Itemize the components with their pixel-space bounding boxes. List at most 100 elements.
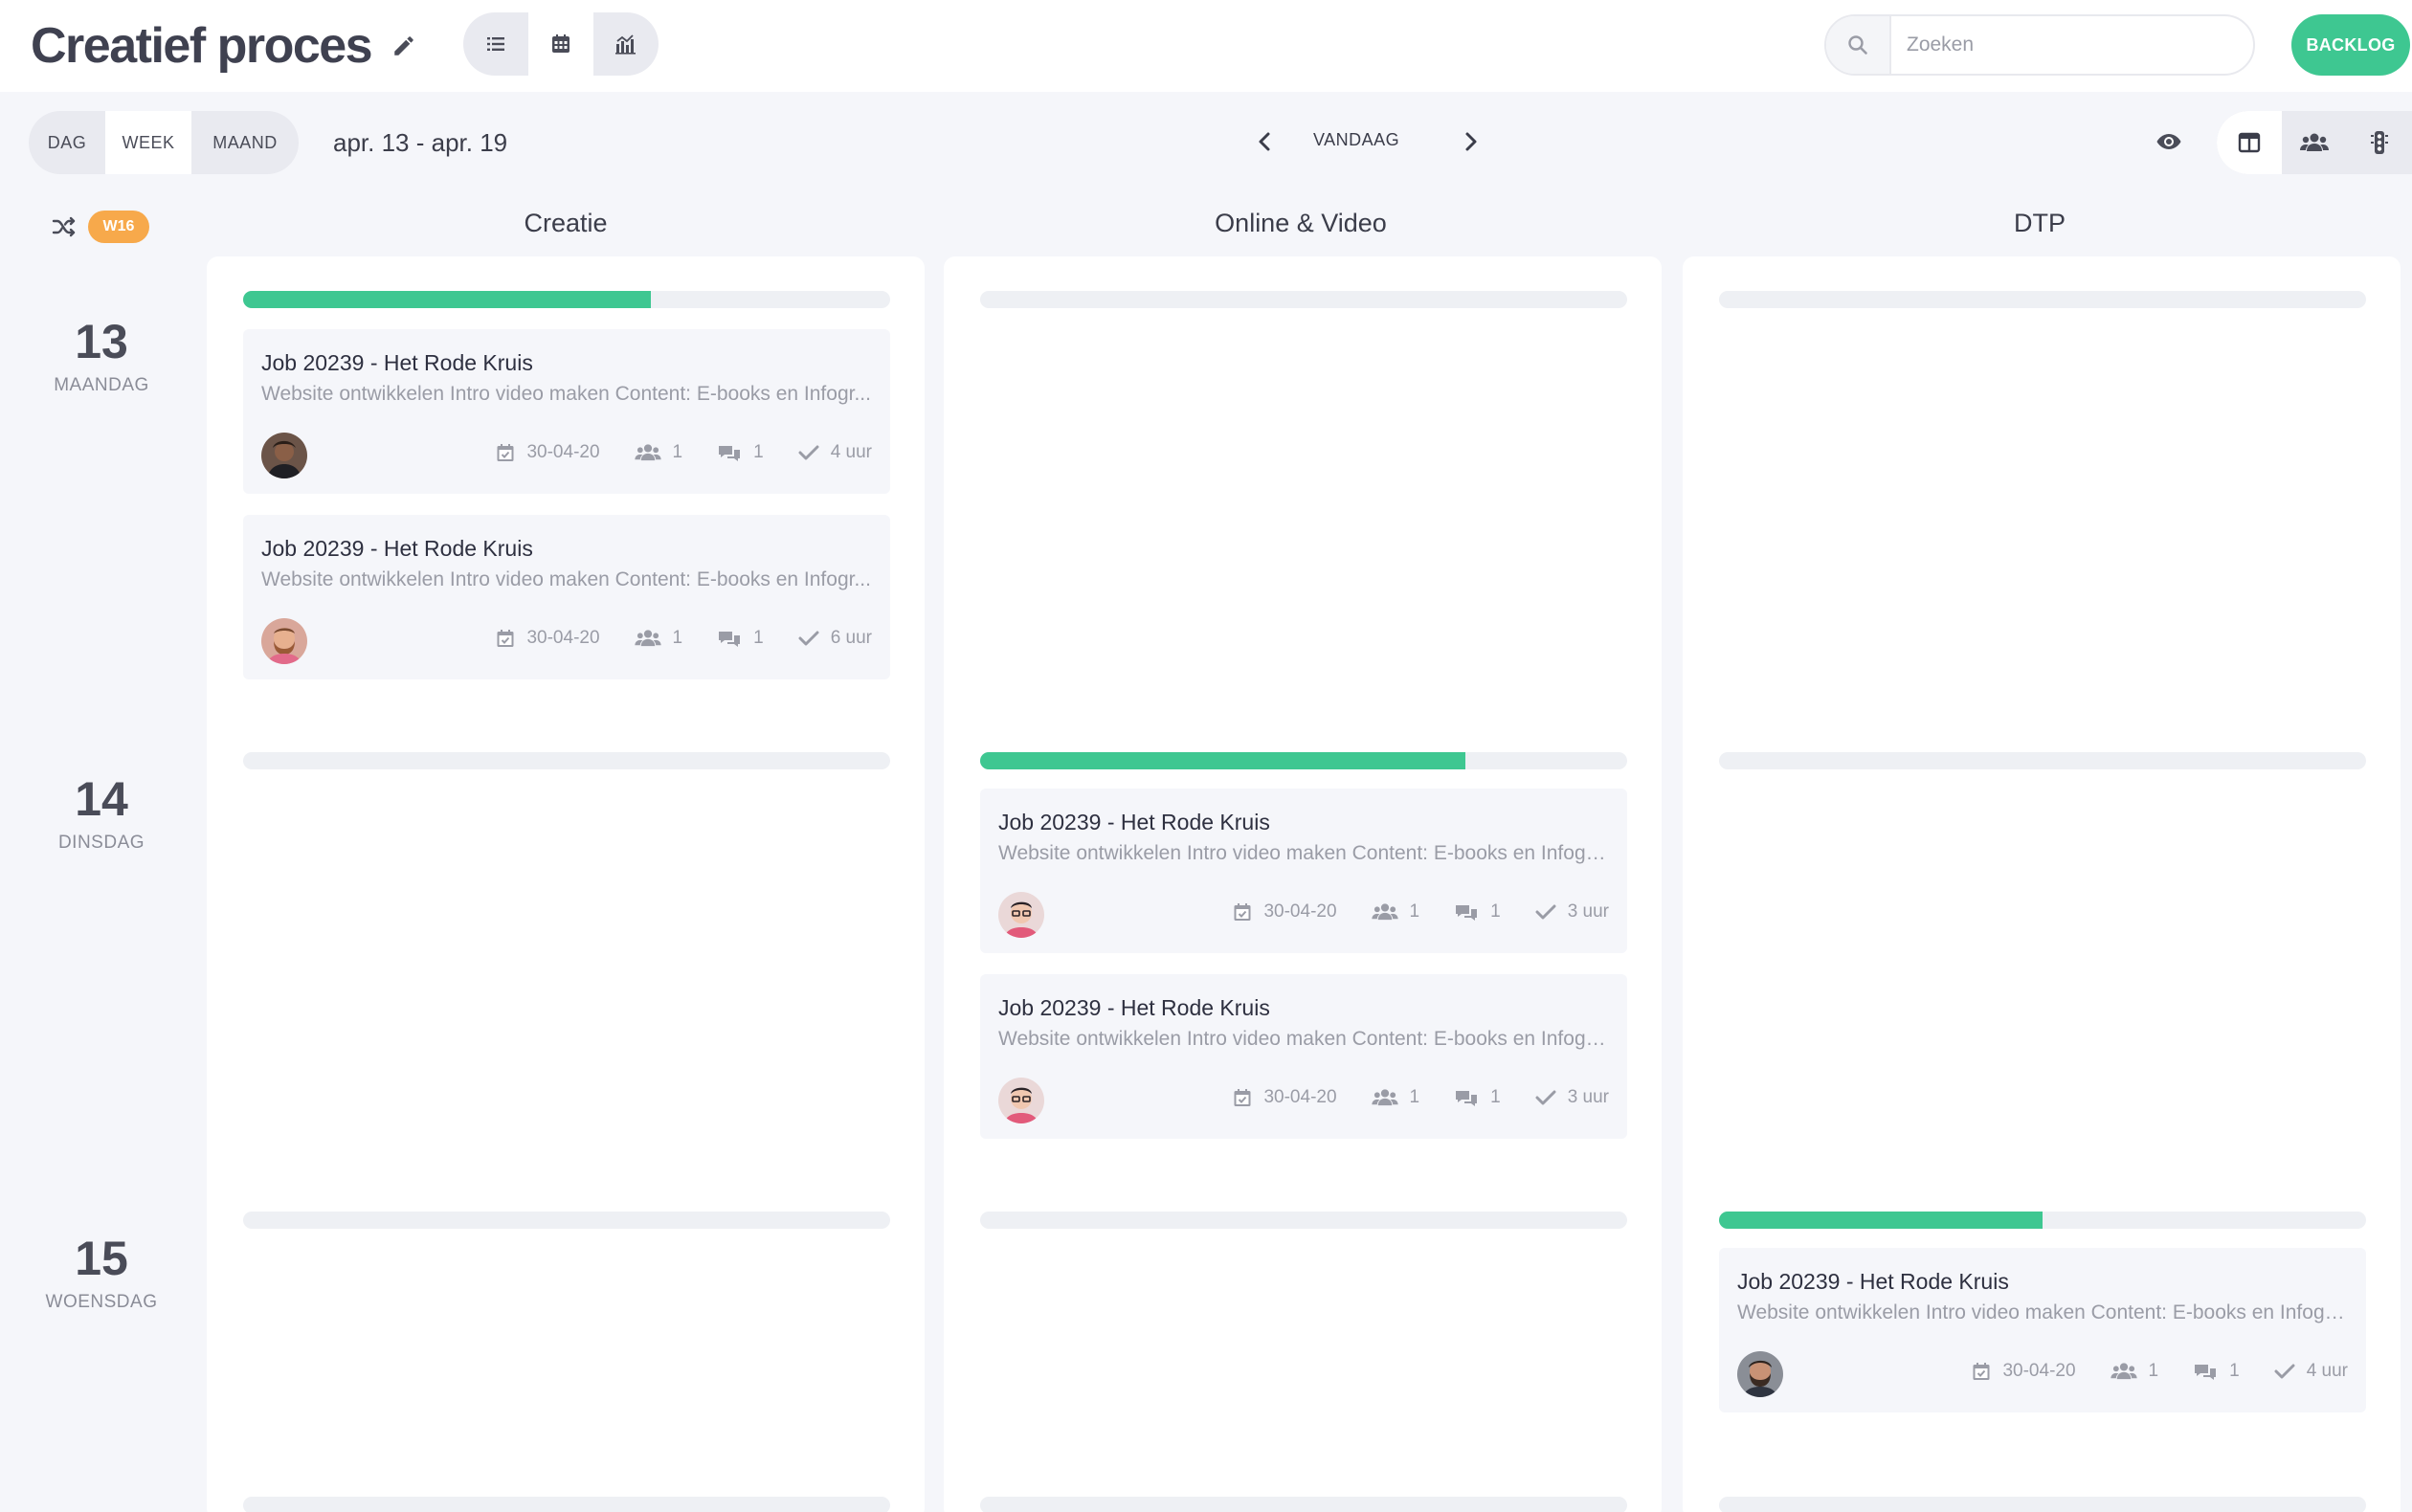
job-card[interactable]: Job 20239 - Het Rode Kruis Website ontwi… [980, 789, 1627, 953]
card-meta: 30-04-20 1 1 4 uur [1972, 1361, 2348, 1382]
visibility-button[interactable] [2150, 122, 2188, 161]
calendar-check-icon [497, 444, 514, 461]
check-icon [798, 631, 819, 646]
period-toggle: DAG WEEK MAAND [29, 111, 299, 174]
edit-title-button[interactable] [387, 29, 421, 63]
card-description: Website ontwikkelen Intro video maken Co… [1737, 1301, 2350, 1323]
traffic-layout-button[interactable] [2347, 111, 2412, 174]
capacity-fill [243, 291, 651, 308]
card-hours: 4 uur [830, 442, 872, 462]
card-comment-count: 1 [1490, 1087, 1501, 1107]
card-people-count: 1 [672, 628, 683, 648]
day-number: 13 [75, 315, 128, 368]
team-layout-button[interactable] [2282, 111, 2347, 174]
page-title: Creatief proces [31, 18, 373, 74]
column-header-dtp: DTP [2014, 209, 2066, 237]
pencil-icon [394, 36, 413, 56]
comments-icon [719, 632, 741, 647]
period-day-button[interactable]: DAG [29, 111, 105, 174]
column-header-creatie: Creatie [524, 209, 608, 237]
job-card[interactable]: Job 20239 - Het Rode Kruis Website ontwi… [1719, 1248, 2366, 1412]
capacity-bar-dtp-13 [1719, 291, 2366, 308]
card-title: Job 20239 - Het Rode Kruis [998, 810, 1270, 834]
day-label-15: 15 WOENSDAG [27, 1234, 176, 1313]
week-badge: W16 [88, 211, 149, 243]
card-hours: 6 uur [830, 628, 872, 648]
chart-view-button[interactable] [593, 12, 659, 76]
search-input[interactable] [1891, 16, 2253, 74]
card-description: Website ontwikkelen Intro video maken Co… [261, 383, 871, 405]
team-icon [634, 444, 661, 461]
calendar-check-icon [497, 630, 514, 647]
team-icon [2110, 1363, 2137, 1380]
avatar[interactable] [261, 433, 307, 478]
traffic-light-icon [2371, 131, 2388, 154]
column-creatie: Job 20239 - Het Rode Kruis Website ontwi… [207, 256, 925, 1512]
calendar-view-button[interactable] [528, 12, 593, 76]
shuffle-icon [52, 216, 76, 237]
card-hours: 3 uur [1567, 901, 1609, 922]
period-week-button[interactable]: WEEK [105, 111, 191, 174]
avatar[interactable] [998, 892, 1044, 938]
card-date: 30-04-20 [526, 628, 600, 648]
day-name: MAANDAG [54, 375, 149, 395]
card-description: Website ontwikkelen Intro video maken Co… [998, 1028, 1611, 1050]
capacity-bar-creatie-13 [243, 291, 890, 308]
day-label-14: 14 DINSDAG [27, 775, 176, 854]
chart-icon [615, 34, 636, 55]
avatar[interactable] [998, 1078, 1044, 1123]
capacity-bar-dtp-16 [1719, 1497, 2366, 1512]
column-header-online-video: Online & Video [1215, 209, 1387, 237]
capacity-bar-online-16 [980, 1497, 1627, 1512]
capacity-bar-dtp-14 [1719, 752, 2366, 769]
card-date: 30-04-20 [2002, 1361, 2076, 1381]
avatar[interactable] [261, 618, 307, 664]
next-week-button[interactable] [1451, 122, 1489, 161]
comments-icon [1456, 905, 1478, 921]
columns-layout-button[interactable] [2217, 111, 2282, 174]
comments-icon [1456, 1091, 1478, 1106]
day-name: DINSDAG [57, 833, 145, 853]
team-icon [1371, 1089, 1398, 1106]
job-card[interactable]: Job 20239 - Het Rode Kruis Website ontwi… [243, 515, 890, 679]
card-hours: 4 uur [2306, 1361, 2348, 1381]
card-meta: 30-04-20 1 1 3 uur [1233, 901, 1609, 923]
card-comment-count: 1 [1490, 901, 1501, 922]
card-date: 30-04-20 [526, 442, 600, 462]
team-icon [2300, 133, 2329, 151]
card-comment-count: 1 [753, 628, 764, 648]
capacity-bar-online-15 [980, 1212, 1627, 1229]
job-card[interactable]: Job 20239 - Het Rode Kruis Website ontwi… [243, 329, 890, 494]
day-name: WOENSDAG [45, 1292, 158, 1312]
check-icon [1535, 904, 1556, 920]
backlog-button[interactable]: BACKLOG [2291, 14, 2410, 76]
capacity-bar-creatie-14 [243, 752, 890, 769]
check-icon [1535, 1090, 1556, 1105]
list-icon [487, 37, 504, 51]
job-card[interactable]: Job 20239 - Het Rode Kruis Website ontwi… [980, 974, 1627, 1139]
day-number: 15 [75, 1232, 128, 1285]
calendar-check-icon [1973, 1363, 1990, 1380]
search-icon [1826, 16, 1891, 74]
day-label-13: 13 MAANDAG [27, 318, 176, 396]
view-toggle [463, 12, 659, 76]
card-description: Website ontwikkelen Intro video maken Co… [998, 842, 1611, 864]
list-view-button[interactable] [463, 12, 528, 76]
capacity-bar-online-14 [980, 752, 1627, 769]
period-month-button[interactable]: MAAND [191, 111, 299, 174]
comments-icon [719, 446, 741, 461]
check-icon [798, 445, 819, 460]
card-meta: 30-04-20 1 1 3 uur [1233, 1087, 1609, 1108]
shuffle-button[interactable] [48, 211, 80, 243]
previous-week-button[interactable] [1246, 122, 1284, 161]
check-icon [2274, 1364, 2295, 1379]
card-description: Website ontwikkelen Intro video maken Co… [261, 568, 871, 590]
layout-toggle [2217, 111, 2412, 174]
column-dtp: Job 20239 - Het Rode Kruis Website ontwi… [1683, 256, 2401, 1512]
capacity-fill [1719, 1212, 2043, 1229]
avatar[interactable] [1737, 1351, 1783, 1397]
capacity-bar-online-13 [980, 291, 1627, 308]
calendar-icon [552, 34, 570, 53]
card-title: Job 20239 - Het Rode Kruis [261, 536, 533, 561]
today-button[interactable]: VANDAAG [1313, 130, 1399, 150]
